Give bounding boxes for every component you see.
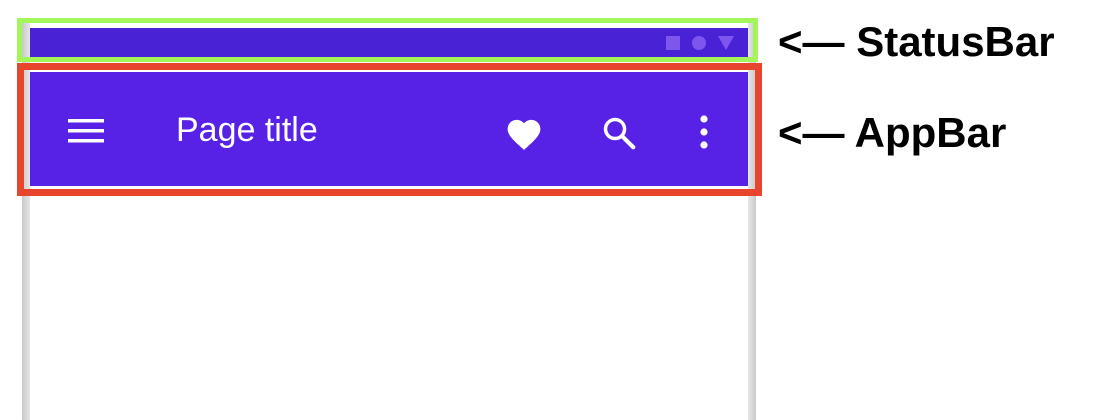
app-bar-annotation: <— AppBar: [778, 109, 1007, 156]
app-bar-highlight-frame: [17, 63, 762, 196]
status-bar-annotation: <— StatusBar: [778, 18, 1055, 65]
status-bar-highlight-frame: [17, 18, 758, 62]
